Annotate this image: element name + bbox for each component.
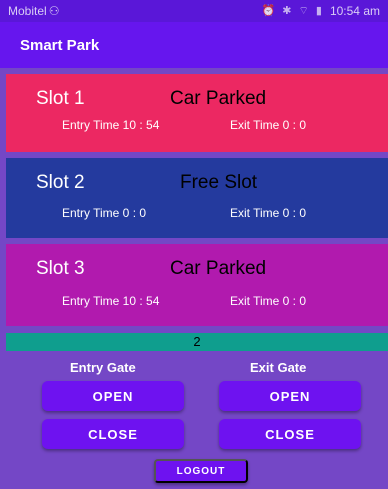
slot-name: Slot 2 (36, 172, 85, 193)
logout-button[interactable]: LOGOUT (154, 459, 248, 483)
slot-status: Car Parked (170, 88, 267, 109)
status-icons: ⏰ ✱ ⌔ ▮ 10:54 am (261, 4, 380, 18)
slot-entry-time: Entry Time 10 : 54 (62, 118, 160, 132)
entry-gate-label: Entry Gate (70, 360, 136, 375)
slot-exit-time: Exit Time 0 : 0 (230, 294, 307, 308)
slot-card-3: Slot 3 Car Parked Entry Time 10 : 54 Exi… (6, 244, 388, 326)
slot-card-2: Slot 2 Free Slot Entry Time 0 : 0 Exit T… (6, 158, 388, 238)
exit-gate-open-button[interactable]: OPEN (219, 381, 361, 411)
slot-status: Free Slot (180, 172, 258, 193)
status-time: 10:54 am (329, 4, 380, 18)
exit-gate-label: Exit Gate (250, 360, 307, 375)
free-slot-counter: 2 (6, 333, 388, 351)
slot-exit-time: Exit Time 0 : 0 (230, 206, 307, 220)
carrier-label: Mobitel (8, 4, 47, 18)
exit-gate-close-button[interactable]: CLOSE (219, 419, 361, 449)
slot-name: Slot 3 (36, 258, 85, 279)
entry-gate-close-button[interactable]: CLOSE (42, 419, 184, 449)
slot-entry-time: Entry Time 0 : 0 (62, 206, 147, 220)
system-icons: ⏰ ✱ ⌔ ▮ (261, 5, 324, 17)
app-bar: Smart Park (0, 22, 388, 68)
slot-name: Slot 1 (36, 88, 85, 109)
slot-card-1: Slot 1 Car Parked Entry Time 10 : 54 Exi… (6, 74, 388, 152)
entry-gate-open-button[interactable]: OPEN (42, 381, 184, 411)
status-bar: Mobitel ⚇ ⏰ ✱ ⌔ ▮ 10:54 am (0, 0, 388, 22)
slot-status: Car Parked (170, 258, 267, 279)
app-title: Smart Park (20, 36, 100, 54)
slot-exit-time: Exit Time 0 : 0 (230, 118, 307, 132)
slot-entry-time: Entry Time 10 : 54 (62, 294, 160, 308)
carrier-icon: ⚇ (48, 4, 60, 18)
